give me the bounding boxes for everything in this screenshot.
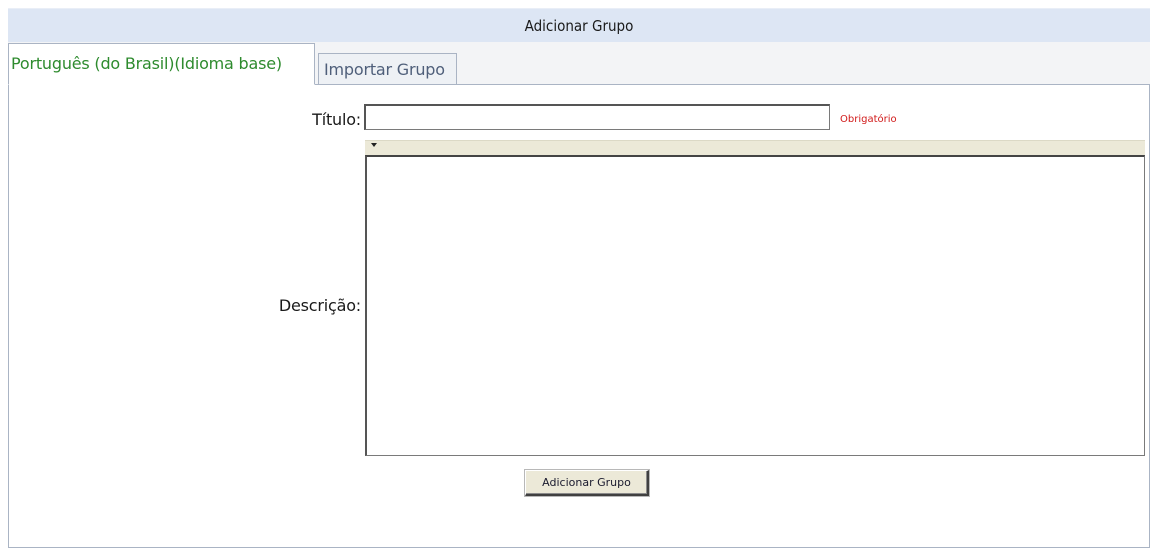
tab-portuguese-base-language[interactable]: Português (do Brasil)(Idioma base) — [8, 43, 315, 85]
description-editor[interactable] — [365, 155, 1145, 456]
add-group-button[interactable]: Adicionar Grupo — [525, 470, 649, 496]
description-editor-toolbar — [365, 140, 1145, 155]
title-field-label: Título: — [312, 110, 361, 129]
add-group-panel: Adicionar Grupo Português (do Brasil)(Id… — [8, 8, 1150, 548]
panel-title: Adicionar Grupo — [8, 8, 1150, 42]
tab-import-group[interactable]: Importar Grupo — [318, 53, 457, 84]
required-indicator: Obrigatório — [840, 114, 897, 125]
description-field-label: Descrição: — [278, 296, 361, 315]
chevron-down-icon[interactable] — [371, 143, 377, 147]
title-input[interactable] — [364, 104, 830, 130]
